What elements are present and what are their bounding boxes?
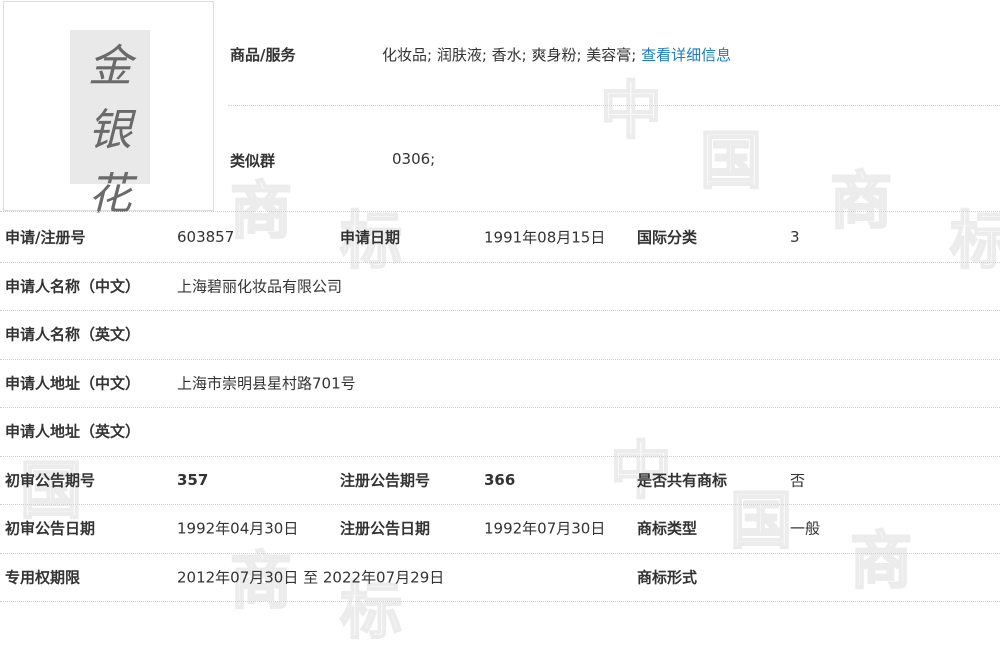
field-label: 申请人名称（中文）: [5, 277, 141, 295]
similar-group-label: 类似群: [230, 152, 276, 170]
info-row: 申请/注册号 603857 申请日期 1991年08月15日 国际分类 3: [0, 213, 1000, 261]
divider: [0, 211, 1000, 212]
info-row: 专用权期限 2012年07月30日 至 2022年07月29日 商标形式: [0, 553, 1000, 601]
field-label: 国际分类: [637, 228, 698, 247]
info-row: 申请人地址（中文） 上海市崇明县星村路701号: [0, 359, 1000, 407]
field-label: 是否共有商标: [637, 471, 728, 489]
field-value: 357: [177, 470, 209, 489]
info-row: 初审公告期号 357 注册公告期号 366 是否共有商标 否: [0, 456, 1000, 504]
goods-list: 化妆品; 润肤液; 香水; 爽身粉; 美容膏;: [382, 46, 637, 64]
view-details-link[interactable]: 查看详细信息: [641, 46, 731, 64]
field-label: 商标类型: [637, 519, 698, 538]
field-value: 1992年07月30日: [484, 519, 606, 538]
similar-group-value: 0306;: [392, 150, 436, 168]
logo-char: 银: [88, 105, 132, 156]
field-label: 申请人名称（英文）: [5, 325, 141, 344]
watermark: 国: [699, 123, 763, 198]
field-value: 603857: [177, 228, 235, 246]
field-label: 专用权期限: [5, 568, 81, 586]
trademark-logo: 金 银 花: [70, 30, 150, 220]
field-value: 上海碧丽化妆品有限公司: [177, 277, 343, 295]
info-row: 申请人地址（英文）: [0, 407, 1000, 455]
info-row: 初审公告日期 1992年04月30日 注册公告日期 1992年07月30日 商标类型 一般: [0, 504, 1000, 552]
field-label: 初审公告日期: [5, 519, 96, 538]
field-value: 否: [790, 471, 806, 489]
goods-value: 化妆品; 润肤液; 香水; 爽身粉; 美容膏; 查看详细信息: [382, 44, 731, 65]
logo-char: 金: [88, 41, 132, 92]
field-label: 申请人地址（英文）: [5, 422, 141, 441]
field-value: 1992年04月30日: [177, 519, 299, 538]
goods-label: 商品/服务: [230, 46, 296, 64]
field-label: 申请/注册号: [5, 228, 86, 247]
field-label: 申请人地址（中文）: [5, 374, 141, 392]
info-row: 申请人名称（中文） 上海碧丽化妆品有限公司: [0, 262, 1000, 310]
field-value: 一般: [790, 519, 821, 538]
field-value: 上海市崇明县星村路701号: [177, 374, 356, 392]
field-label: 商标形式: [637, 568, 698, 586]
field-value: 1991年08月15日: [484, 228, 606, 247]
trademark-image: 金 银 花: [3, 1, 214, 220]
field-value: 3: [790, 228, 800, 246]
field-label: 申请日期: [340, 228, 401, 247]
info-row: 申请人名称（英文）: [0, 310, 1000, 358]
field-label: 注册公告日期: [340, 519, 431, 538]
divider: [228, 105, 1000, 106]
divider: [0, 601, 1000, 602]
field-value: 366: [484, 470, 516, 489]
field-value: 2012年07月30日 至 2022年07月29日: [177, 568, 445, 586]
field-label: 注册公告期号: [340, 471, 431, 489]
field-label: 初审公告期号: [5, 471, 96, 489]
